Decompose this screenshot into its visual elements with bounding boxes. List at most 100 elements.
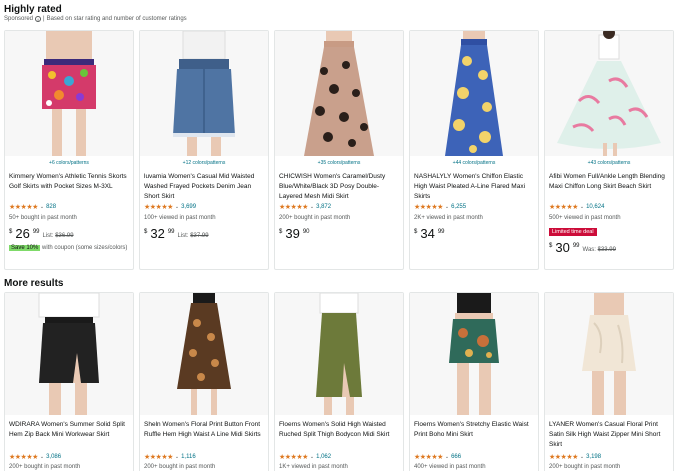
star-rating-icon: ★★★★★ [144,454,173,461]
star-rating-icon: ★★★★★ [9,454,38,461]
color-options-link[interactable]: +6 colors/patterns [5,160,133,166]
product-title[interactable]: Floerns Women's Solid High Waisted Ruche… [279,420,399,440]
product-card[interactable]: +12 colors/patterns luvamia Women's Casu… [139,30,269,270]
list-price: $33.99 [597,247,616,253]
bought-count: 2K+ viewed in past month [414,215,483,221]
chevron-down-icon[interactable]: ⌄ [580,204,584,210]
color-options-link[interactable]: +44 colors/patterns [410,160,538,166]
section-title-highly-rated: Highly rated [4,4,62,15]
bought-count: 200+ bought in past month [549,464,621,470]
product-card[interactable]: LYANER Women's Casual Floral Print Satin… [544,292,674,471]
bought-count: 200+ bought in past month [9,464,81,470]
coupon[interactable]: Save 10% with coupon (some sizes/colors) [9,244,129,253]
rating[interactable]: ★★★★★ ⌄ 3,872 [279,203,331,211]
product-card[interactable]: Floerns Women's Solid High Waisted Ruche… [274,292,404,471]
rating[interactable]: ★★★★★ ⌄ 666 [414,453,461,461]
product-title[interactable]: Sheln Women's Floral Print Button Front … [144,420,264,440]
product-card[interactable]: Sheln Women's Floral Print Button Front … [139,292,269,471]
rating[interactable]: ★★★★★ ⌄ 1,062 [279,453,331,461]
chevron-down-icon[interactable]: ⌄ [310,454,314,460]
rating[interactable]: ★★★★★ ⌄ 3,086 [9,453,61,461]
product-card[interactable]: +6 colors/patterns Kimmery Women's Athle… [4,30,134,270]
rating-count[interactable]: 3,086 [46,454,61,460]
sponsored-label: Sponsored [4,16,34,22]
product-card[interactable]: Floerns Women's Stretchy Elastic Waist P… [409,292,539,471]
rating-count[interactable]: 1,062 [316,454,331,460]
color-options-link[interactable]: +35 colors/patterns [275,160,403,166]
bought-count: 500+ viewed in past month [549,215,621,221]
rating-count[interactable]: 10,624 [586,204,604,210]
chevron-down-icon[interactable]: ⌄ [175,204,179,210]
rating[interactable]: ★★★★★ ⌄ 828 [9,203,56,211]
price[interactable]: $ 32 99 List: $37.99 [144,227,209,241]
star-rating-icon: ★★★★★ [9,204,38,211]
price[interactable]: $ 30 99 Was: $33.99 [549,241,616,255]
rating-count[interactable]: 3,699 [181,204,196,210]
star-rating-icon: ★★★★★ [279,454,308,461]
color-options-link[interactable]: +43 colors/patterns [545,160,673,166]
product-card[interactable]: +35 colors/patterns CHICWISH Women's Car… [274,30,404,270]
star-rating-icon: ★★★★★ [549,454,578,461]
star-rating-icon: ★★★★★ [414,204,443,211]
product-title[interactable]: Kimmery Women's Athletic Tennis Skorts G… [9,172,129,192]
price[interactable]: $ 34 99 [414,227,445,241]
product-title[interactable]: CHICWISH Women's Caramel/Dusty Blue/Whit… [279,172,399,202]
chevron-down-icon[interactable]: ⌄ [580,454,584,460]
product-image[interactable] [5,293,133,415]
rating[interactable]: ★★★★★ ⌄ 6,255 [414,203,466,211]
chevron-down-icon[interactable]: ⌄ [445,454,449,460]
product-title[interactable]: WDIRARA Women's Summer Solid Split Hem Z… [9,420,129,440]
product-card[interactable]: +43 colors/patterns Afibi Women Full/Ank… [544,30,674,270]
product-image[interactable] [410,31,538,156]
product-card[interactable]: WDIRARA Women's Summer Solid Split Hem Z… [4,292,134,471]
info-icon[interactable]: i [35,16,42,22]
rating-count[interactable]: 3,198 [586,454,601,460]
list-price: $36.99 [55,233,74,239]
product-image[interactable] [545,31,673,156]
list-price: $37.99 [190,233,209,239]
rating-count[interactable]: 6,255 [451,204,466,210]
product-row-more-results: WDIRARA Women's Summer Solid Split Hem Z… [4,292,674,471]
rating[interactable]: ★★★★★ ⌄ 3,198 [549,453,601,461]
product-title[interactable]: Floerns Women's Stretchy Elastic Waist P… [414,420,534,440]
product-image[interactable] [140,31,268,156]
rating-count[interactable]: 828 [46,204,56,210]
price[interactable]: $ 39 90 [279,227,310,241]
product-image[interactable] [275,31,403,156]
product-title[interactable]: Afibi Women Full/Ankle Length Blending M… [549,172,669,192]
rating[interactable]: ★★★★★ ⌄ 1,116 [144,453,196,461]
rating-count[interactable]: 666 [451,454,461,460]
star-rating-icon: ★★★★★ [144,204,173,211]
bought-count: 50+ bought in past month [9,215,77,221]
product-card[interactable]: +44 colors/patterns NASHALYLY Women's Ch… [409,30,539,270]
limited-time-deal-badge: Limited time deal [549,228,597,236]
product-image[interactable] [275,293,403,415]
chevron-down-icon[interactable]: ⌄ [40,454,44,460]
sponsored-line: Sponsored i | Based on star rating and n… [4,16,187,22]
product-title[interactable]: LYANER Women's Casual Floral Print Satin… [549,420,669,450]
product-image[interactable] [140,293,268,415]
sponsored-info: Based on star rating and number of custo… [46,16,187,22]
bought-count: 200+ bought in past month [144,464,216,470]
product-image[interactable] [545,293,673,415]
rating[interactable]: ★★★★★ ⌄ 3,699 [144,203,196,211]
chevron-down-icon[interactable]: ⌄ [175,454,179,460]
section-title-more-results: More results [4,278,64,289]
bought-count: 200+ bought in past month [279,215,351,221]
bought-count: 1K+ viewed in past month [279,464,348,470]
chevron-down-icon[interactable]: ⌄ [310,204,314,210]
star-rating-icon: ★★★★★ [279,204,308,211]
star-rating-icon: ★★★★★ [414,454,443,461]
chevron-down-icon[interactable]: ⌄ [445,204,449,210]
rating-count[interactable]: 1,116 [181,454,196,460]
product-title[interactable]: luvamia Women's Casual Mid Waisted Washe… [144,172,264,202]
coupon-text: with coupon (some sizes/colors) [42,245,128,251]
color-options-link[interactable]: +12 colors/patterns [140,160,268,166]
product-image[interactable] [410,293,538,415]
product-title[interactable]: NASHALYLY Women's Chiffon Elastic High W… [414,172,534,202]
rating-count[interactable]: 3,872 [316,204,331,210]
rating[interactable]: ★★★★★ ⌄ 10,624 [549,203,604,211]
product-image[interactable] [5,31,133,156]
chevron-down-icon[interactable]: ⌄ [40,204,44,210]
price[interactable]: $ 26 99 List: $36.99 [9,227,74,241]
